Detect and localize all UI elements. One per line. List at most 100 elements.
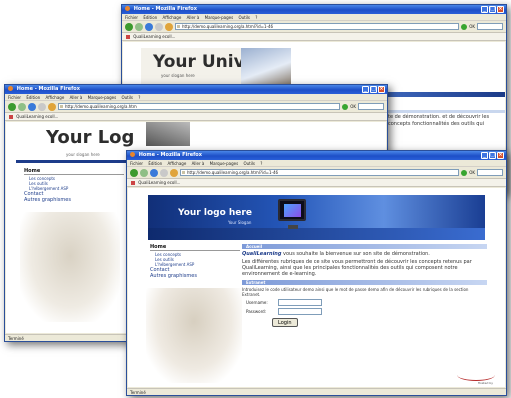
close-button[interactable]: ×	[497, 152, 504, 159]
reload-icon[interactable]	[28, 102, 36, 111]
reload-icon[interactable]	[150, 168, 158, 177]
menu-marque-pages[interactable]: Marque-pages	[88, 95, 117, 100]
menu-affichage[interactable]: Affichage	[162, 15, 181, 20]
stop-icon[interactable]	[160, 168, 168, 177]
stop-icon[interactable]	[155, 22, 163, 31]
address-bar[interactable]: http://demo.qualilearning.org/a.html?id=…	[175, 23, 460, 30]
main-content: Accueil QualiLearning vous souhaite la b…	[242, 244, 487, 327]
forward-icon[interactable]	[140, 168, 148, 177]
menu-graphismes[interactable]: Autres graphismes	[150, 273, 240, 279]
menu-affichage[interactable]: Affichage	[45, 95, 64, 100]
maximize-button[interactable]: □	[489, 152, 496, 159]
title-bar: Home - Mozilla Firefox _ □ ×	[127, 151, 506, 160]
go-button[interactable]: OK	[350, 104, 356, 109]
login-button[interactable]: Login	[272, 318, 298, 327]
menu-fichier[interactable]: Fichier	[125, 15, 138, 20]
forward-icon[interactable]	[135, 22, 143, 31]
menu-edition[interactable]: Édition	[148, 161, 162, 166]
menu-marque-pages[interactable]: Marque-pages	[210, 161, 239, 166]
go-icon[interactable]	[342, 103, 349, 110]
search-box[interactable]	[477, 23, 503, 30]
search-box[interactable]	[477, 169, 503, 176]
menu-bar: Fichier Édition Affichage Aller à Marque…	[127, 160, 506, 167]
menu-aide[interactable]: ?	[255, 15, 257, 20]
minimize-button[interactable]: _	[362, 86, 369, 93]
go-icon[interactable]	[461, 23, 468, 30]
menu-aller[interactable]: Aller à	[70, 95, 83, 100]
menu-aide[interactable]: ?	[260, 161, 262, 166]
search-box[interactable]	[358, 103, 384, 110]
minimize-button[interactable]: _	[481, 152, 488, 159]
firefox-icon	[130, 152, 135, 157]
browser-window-front: Home - Mozilla Firefox _ □ × Fichier Édi…	[126, 150, 507, 396]
menu-edition[interactable]: Édition	[143, 15, 157, 20]
reload-icon[interactable]	[145, 22, 153, 31]
site-banner: Your Univ your slogan here	[141, 48, 291, 88]
signature-logo	[457, 369, 495, 381]
banner-photo	[146, 122, 190, 146]
maximize-button[interactable]: □	[370, 86, 377, 93]
close-button[interactable]: ×	[497, 6, 504, 13]
welcome-text: te de démonstration. et de découvrir les…	[388, 114, 490, 127]
menu-marque-pages[interactable]: Marque-pages	[205, 15, 234, 20]
bookmark-tab[interactable]: QualiLearning ecoll...	[5, 113, 387, 121]
intro-paragraph: Les différentes rubriques de ce site vou…	[242, 259, 487, 277]
stop-icon[interactable]	[38, 102, 46, 111]
go-button[interactable]: OK	[469, 24, 475, 29]
site-logo: Your Univ	[153, 52, 245, 72]
window-controls: _ □ ×	[481, 152, 504, 159]
address-bar[interactable]: http://demo.qualilearning.org/a.html?id=…	[180, 169, 460, 176]
menu-aller[interactable]: Aller à	[192, 161, 205, 166]
username-input[interactable]	[278, 299, 322, 306]
username-label: Username:	[246, 300, 268, 305]
extranet-header: Extranet	[242, 280, 487, 285]
firefox-icon	[8, 86, 13, 91]
password-row: Password:	[242, 308, 487, 315]
menu-bar: Fichier Édition Affichage Aller à Marque…	[122, 14, 506, 21]
accueil-header: Accueil	[242, 244, 487, 249]
bookmark-tab[interactable]: QualiLearning ecoll...	[127, 179, 506, 187]
site-banner: Your logo here Your Slogan	[148, 195, 485, 240]
page-icon	[126, 35, 130, 39]
go-icon[interactable]	[461, 169, 468, 176]
side-menu: Home Les concepts Les outils L'hébergeme…	[150, 244, 240, 279]
menu-home[interactable]: Home	[24, 168, 124, 175]
window-controls: _ □ ×	[481, 6, 504, 13]
graduate-photo	[241, 48, 291, 88]
navigation-toolbar: http://demo.qualilearning.org/a.htm OK	[5, 101, 387, 113]
minimize-button[interactable]: _	[481, 6, 488, 13]
back-icon[interactable]	[8, 102, 16, 111]
go-button[interactable]: OK	[469, 170, 475, 175]
bookmark-tab[interactable]: QualiLearning ecoll...	[122, 33, 506, 41]
back-icon[interactable]	[130, 168, 138, 177]
menu-outils[interactable]: Outils	[121, 95, 133, 100]
tab-label: QualiLearning ecoll...	[133, 34, 176, 39]
site-slogan: your slogan here	[66, 152, 100, 157]
menu-aller[interactable]: Aller à	[187, 15, 200, 20]
menu-fichier[interactable]: Fichier	[130, 161, 143, 166]
menu-aide[interactable]: ?	[138, 95, 140, 100]
back-icon[interactable]	[125, 22, 133, 31]
password-input[interactable]	[278, 308, 322, 315]
background-portrait	[146, 288, 242, 383]
home-icon[interactable]	[170, 168, 178, 177]
home-icon[interactable]	[48, 102, 56, 111]
site-logo: Your logo here	[178, 208, 252, 218]
menu-bar: Fichier Édition Affichage Aller à Marque…	[5, 94, 387, 101]
menu-fichier[interactable]: Fichier	[8, 95, 21, 100]
menu-edition[interactable]: Édition	[26, 95, 40, 100]
address-bar[interactable]: http://demo.qualilearning.org/a.htm	[58, 103, 341, 110]
menu-outils[interactable]: Outils	[238, 15, 250, 20]
menu-affichage[interactable]: Affichage	[167, 161, 186, 166]
welcome-message: QualiLearning vous souhaite la bienvenue…	[242, 251, 487, 257]
forward-icon[interactable]	[18, 102, 26, 111]
home-icon[interactable]	[165, 22, 173, 31]
hosted-by-label: Hosted by	[477, 381, 493, 385]
welcome-text: vous souhaite la bienvenue sur son site …	[281, 251, 430, 257]
close-button[interactable]: ×	[378, 86, 385, 93]
menu-graphismes[interactable]: Autres graphismes	[24, 197, 124, 203]
menu-outils[interactable]: Outils	[243, 161, 255, 166]
title-bar: Home - Mozilla Firefox _ □ ×	[122, 5, 506, 14]
maximize-button[interactable]: □	[489, 6, 496, 13]
menu-home[interactable]: Home	[150, 244, 240, 251]
